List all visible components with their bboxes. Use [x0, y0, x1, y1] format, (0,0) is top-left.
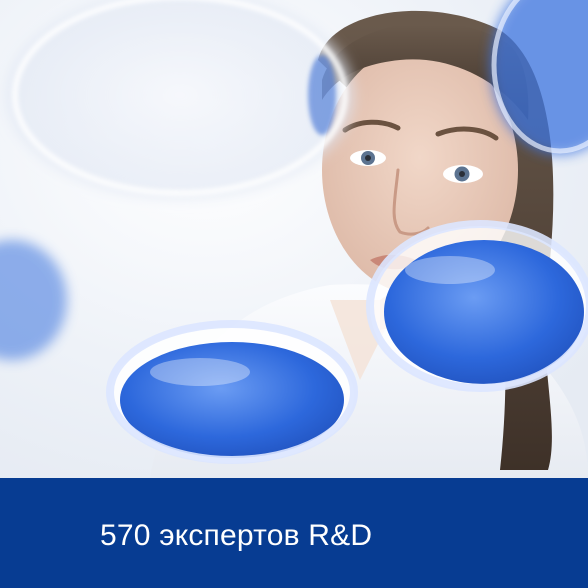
scientist-photo	[0, 0, 588, 478]
promo-card: 570 экспертов R&D	[0, 0, 588, 588]
caption-banner: 570 экспертов R&D	[0, 478, 588, 588]
scientist-photo-illustration	[0, 0, 588, 478]
caption-text: 570 экспертов R&D	[100, 519, 373, 552]
